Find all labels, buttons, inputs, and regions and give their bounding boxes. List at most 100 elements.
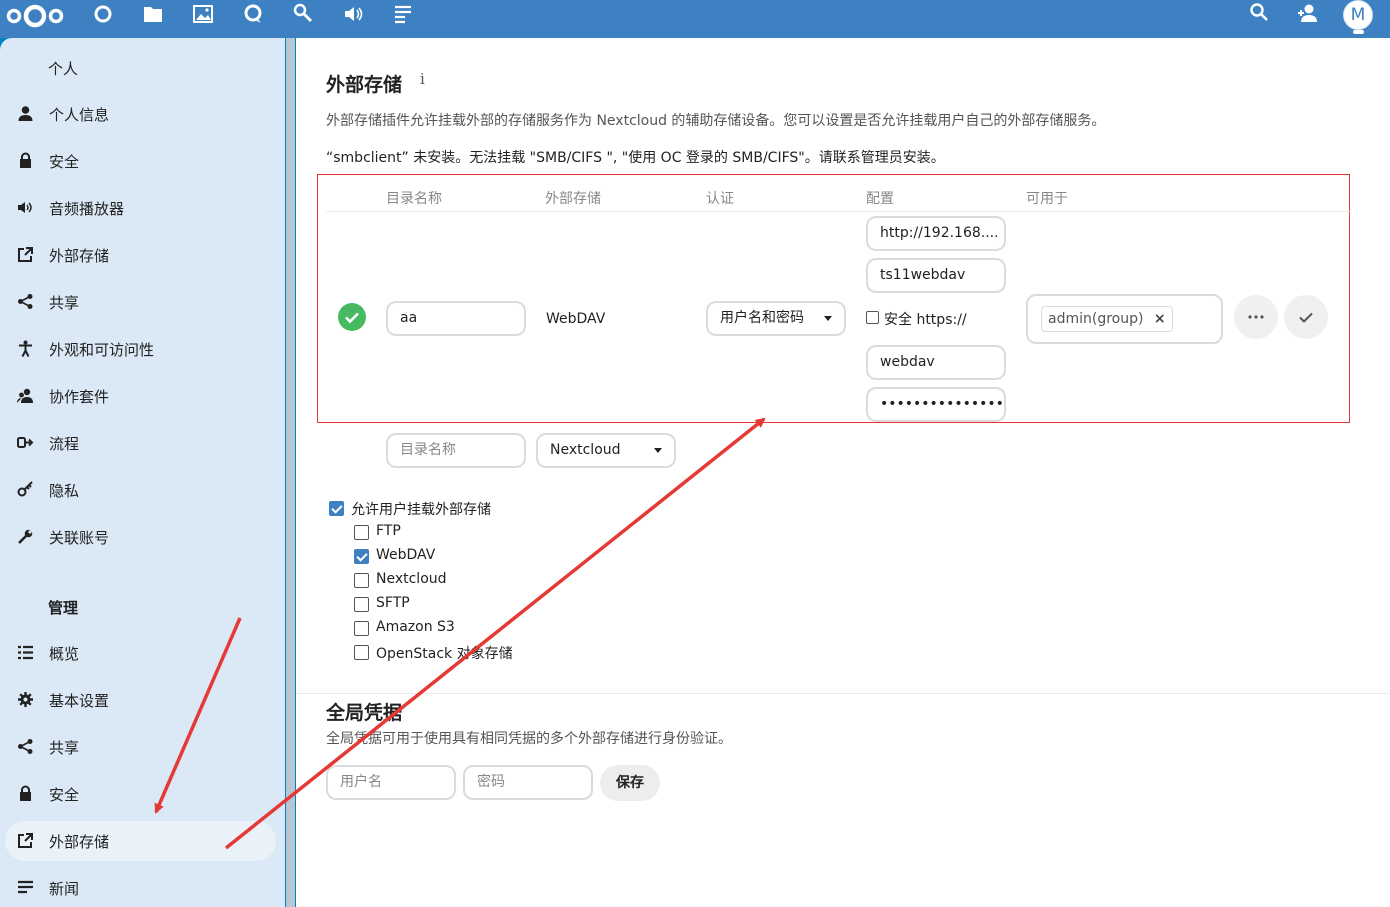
backend-label: WebDAV xyxy=(546,311,606,327)
new-folder-name-input[interactable]: 目录名称 xyxy=(386,433,526,468)
sidebar-item-label: 外部存储 xyxy=(49,247,110,265)
global-username-input[interactable]: 用户名 xyxy=(326,765,456,800)
dashboard-icon[interactable] xyxy=(92,3,114,25)
backend-label-sftp: SFTP xyxy=(376,595,410,611)
nextcloud-logo-icon[interactable] xyxy=(4,3,66,31)
auth-select-value: 用户名和密码 xyxy=(720,310,804,326)
page-description: 外部存储插件允许挂载外部的存储服务作为 Nextcloud 的辅助存储设备。您可… xyxy=(326,113,1106,129)
sidebar-item-label: 外观和可访问性 xyxy=(49,341,155,359)
sidebar-item-personal-info[interactable]: 个人信息 xyxy=(5,94,276,134)
activity-icon[interactable] xyxy=(392,3,414,25)
backend-label-webdav: WebDAV xyxy=(376,547,436,563)
page-title: 外部存储 xyxy=(326,74,403,96)
files-icon[interactable] xyxy=(142,3,164,25)
backend-checkbox-nextcloud[interactable] xyxy=(354,573,369,588)
sidebar-item-news[interactable]: 新闻 xyxy=(5,868,276,907)
sidebar-item-label: 个人信息 xyxy=(49,106,110,124)
sidebar-item-label: 关联账号 xyxy=(49,529,110,547)
new-backend-select[interactable]: Nextcloud xyxy=(536,433,676,468)
sidebar-item-accessibility[interactable]: 外观和可访问性 xyxy=(5,329,276,369)
sidebar-item-sharing[interactable]: 共享 xyxy=(5,282,276,322)
column-header-folder: 目录名称 xyxy=(386,191,442,207)
sidebar-item-admin-external-storage[interactable]: 外部存储 xyxy=(5,821,276,861)
sidebar-scrollbar[interactable] xyxy=(286,38,295,907)
backend-checkbox-openstack[interactable] xyxy=(354,645,369,660)
column-header-auth: 认证 xyxy=(706,191,734,207)
global-credentials-description: 全局凭据可用于使用具有相同凭据的多个外部存储进行身份验证。 xyxy=(326,731,732,747)
user-avatar[interactable]: M xyxy=(1343,0,1373,30)
column-header-available-for: 可用于 xyxy=(1026,191,1068,207)
more-options-button[interactable] xyxy=(1234,295,1278,339)
flow-icon xyxy=(17,437,34,448)
lock-icon xyxy=(20,785,31,801)
global-save-button[interactable]: 保存 xyxy=(600,765,660,801)
sidebar-item-label: 新闻 xyxy=(49,880,80,898)
group-tag: admin(group) × xyxy=(1041,306,1173,332)
sidebar-item-flow[interactable]: 流程 xyxy=(5,423,276,463)
config-root-input[interactable]: ts11webdav xyxy=(866,258,1006,293)
backend-checkbox-webdav[interactable] xyxy=(354,549,369,564)
config-username-input[interactable]: webdav xyxy=(866,345,1006,380)
sidebar-item-security[interactable]: 安全 xyxy=(5,141,276,181)
sidebar-item-label: 流程 xyxy=(49,435,80,453)
info-icon[interactable]: i xyxy=(420,70,425,88)
share-icon xyxy=(18,739,33,754)
external-link-icon xyxy=(18,247,33,262)
sidebar-heading-admin: 管理 xyxy=(48,599,79,617)
auth-select[interactable]: 用户名和密码 xyxy=(706,301,846,336)
available-for-select[interactable]: admin(group) × xyxy=(1026,294,1223,344)
config-password-input[interactable]: ••••••••••••••• xyxy=(866,387,1006,422)
backend-checkbox-ftp[interactable] xyxy=(354,525,369,540)
talk-icon[interactable] xyxy=(242,3,264,25)
global-password-input[interactable]: 密码 xyxy=(463,765,593,800)
sidebar-item-label: 外部存储 xyxy=(49,833,110,851)
sidebar-item-label: 基本设置 xyxy=(49,692,110,710)
search-icon[interactable] xyxy=(1248,2,1270,24)
column-header-config: 配置 xyxy=(866,191,894,207)
audio-icon[interactable] xyxy=(342,3,364,25)
sidebar-item-connected-accounts[interactable]: 关联账号 xyxy=(5,517,276,557)
contacts-icon[interactable] xyxy=(1297,2,1319,24)
sidebar-item-external-storage[interactable]: 外部存储 xyxy=(5,235,276,275)
group-icon xyxy=(17,388,33,403)
sidebar-item-office-suite[interactable]: 协作套件 xyxy=(5,376,276,416)
backend-checkbox-sftp[interactable] xyxy=(354,597,369,612)
sidebar-item-privacy[interactable]: 隐私 xyxy=(5,470,276,510)
sidebar-item-label: 安全 xyxy=(49,786,80,804)
sidebar-item-label: 安全 xyxy=(49,153,80,171)
user-icon xyxy=(18,106,33,121)
sidebar-item-label: 协作套件 xyxy=(49,388,110,406)
sidebar-item-admin-sharing[interactable]: 共享 xyxy=(5,727,276,767)
secure-https-checkbox[interactable] xyxy=(866,311,879,324)
backend-label-openstack: OpenStack 对象存储 xyxy=(376,646,513,662)
new-backend-select-value: Nextcloud xyxy=(550,442,621,458)
config-url-input[interactable]: http://192.168.... xyxy=(866,216,1006,251)
table-header-divider xyxy=(326,211,1350,212)
sidebar-item-overview[interactable]: 概览 xyxy=(5,633,276,673)
search-apps-icon[interactable] xyxy=(292,3,314,25)
sidebar-item-audio-player[interactable]: 音频播放器 xyxy=(5,188,276,228)
app-header: M xyxy=(0,0,1390,38)
gear-icon xyxy=(18,692,33,707)
remove-tag-icon[interactable]: × xyxy=(1154,311,1166,327)
external-link-icon xyxy=(18,833,33,848)
allow-user-mount-label: 允许用户挂载外部存储 xyxy=(351,502,491,518)
wrench-icon xyxy=(18,529,33,544)
save-mount-button[interactable] xyxy=(1284,295,1328,339)
sidebar-item-label: 共享 xyxy=(49,294,80,312)
sidebar-item-basic-settings[interactable]: 基本设置 xyxy=(5,680,276,720)
more-icon xyxy=(1248,315,1264,319)
chevron-down-icon xyxy=(824,316,832,321)
checkmark-icon xyxy=(1299,312,1313,323)
section-divider xyxy=(296,693,1390,694)
sidebar-item-label: 隐私 xyxy=(49,482,80,500)
folder-name-input[interactable]: aa xyxy=(386,301,526,336)
sidebar-item-label: 共享 xyxy=(49,739,80,757)
accessibility-icon xyxy=(19,340,32,357)
photos-icon[interactable] xyxy=(192,3,214,25)
allow-user-mount-checkbox[interactable] xyxy=(329,501,344,516)
group-tag-label: admin(group) xyxy=(1048,311,1144,327)
backend-checkbox-amazon-s3[interactable] xyxy=(354,621,369,636)
chevron-down-icon xyxy=(654,448,662,453)
sidebar-item-admin-security[interactable]: 安全 xyxy=(5,774,276,814)
